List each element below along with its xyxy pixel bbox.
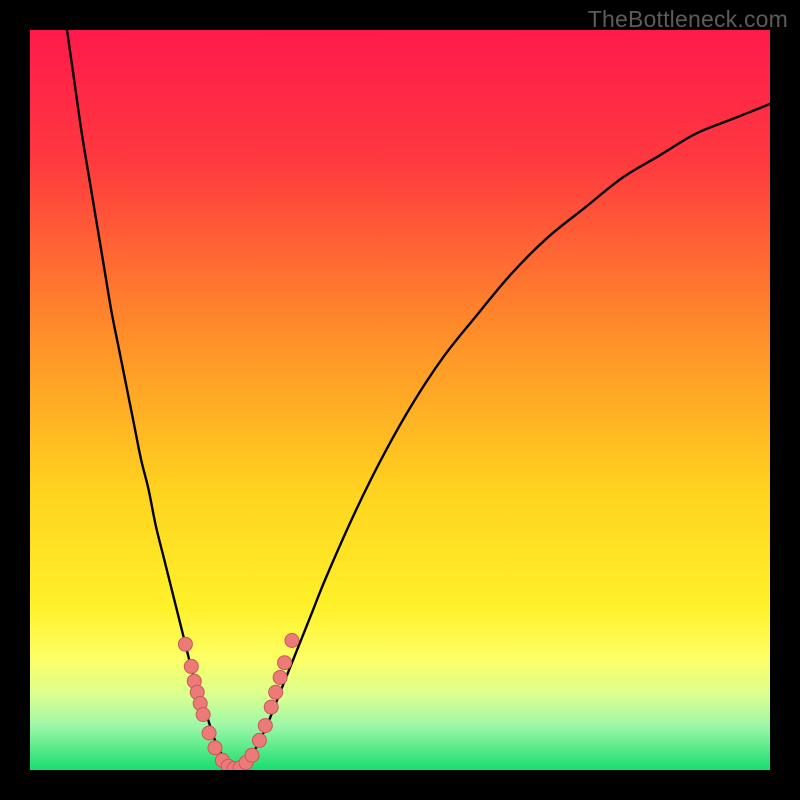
data-markers: [178, 634, 299, 771]
data-marker: [278, 656, 292, 670]
curve-layer: [30, 30, 770, 770]
data-marker: [178, 637, 192, 651]
data-marker: [202, 726, 216, 740]
data-marker: [285, 634, 299, 648]
data-marker: [252, 733, 266, 747]
watermark-text: TheBottleneck.com: [588, 6, 788, 33]
bottleneck-curve: [67, 30, 770, 770]
data-marker: [196, 708, 210, 722]
data-marker: [245, 748, 259, 762]
data-marker: [258, 719, 272, 733]
data-marker: [273, 671, 287, 685]
chart-frame: TheBottleneck.com: [0, 0, 800, 800]
plot-area: [30, 30, 770, 770]
data-marker: [208, 741, 222, 755]
data-marker: [269, 685, 283, 699]
data-marker: [264, 700, 278, 714]
data-marker: [184, 659, 198, 673]
